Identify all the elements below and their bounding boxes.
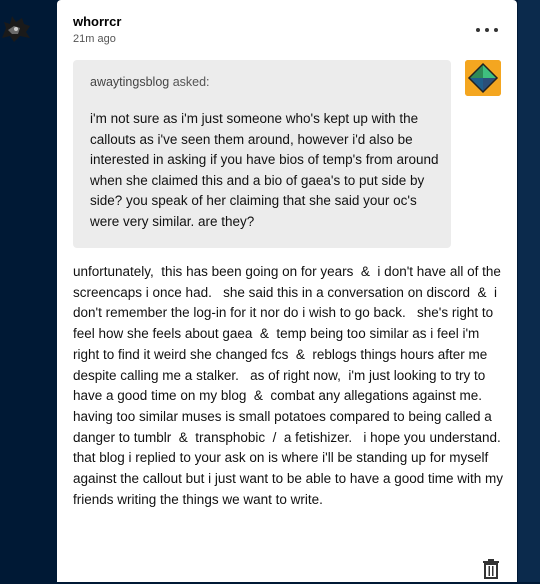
ask-box: awaytingsblog asked: i'm not sure as i'm… bbox=[73, 60, 451, 248]
trash-icon[interactable] bbox=[482, 559, 500, 579]
more-options-icon[interactable] bbox=[476, 24, 498, 36]
ask-question: i'm not sure as i'm just someone who's k… bbox=[90, 111, 439, 229]
diamond-avatar-icon[interactable] bbox=[465, 60, 501, 96]
post-answer: unfortunately, this has been going on fo… bbox=[73, 264, 513, 507]
asker-line: awaytingsblog asked: bbox=[90, 75, 210, 89]
post-timestamp[interactable]: 21m ago bbox=[73, 33, 116, 45]
more-dot bbox=[476, 28, 480, 32]
scrollbar-track[interactable] bbox=[518, 0, 540, 582]
post-username[interactable]: whorrcr bbox=[73, 14, 121, 29]
dark-creature-avatar-icon[interactable] bbox=[0, 8, 34, 44]
asked-label: asked: bbox=[169, 75, 210, 89]
post-card: whorrcr 21m ago awaytingsblog asked: i'm… bbox=[57, 0, 517, 582]
more-dot bbox=[494, 28, 498, 32]
asker-name[interactable]: awaytingsblog bbox=[90, 75, 169, 89]
more-dot bbox=[485, 28, 489, 32]
